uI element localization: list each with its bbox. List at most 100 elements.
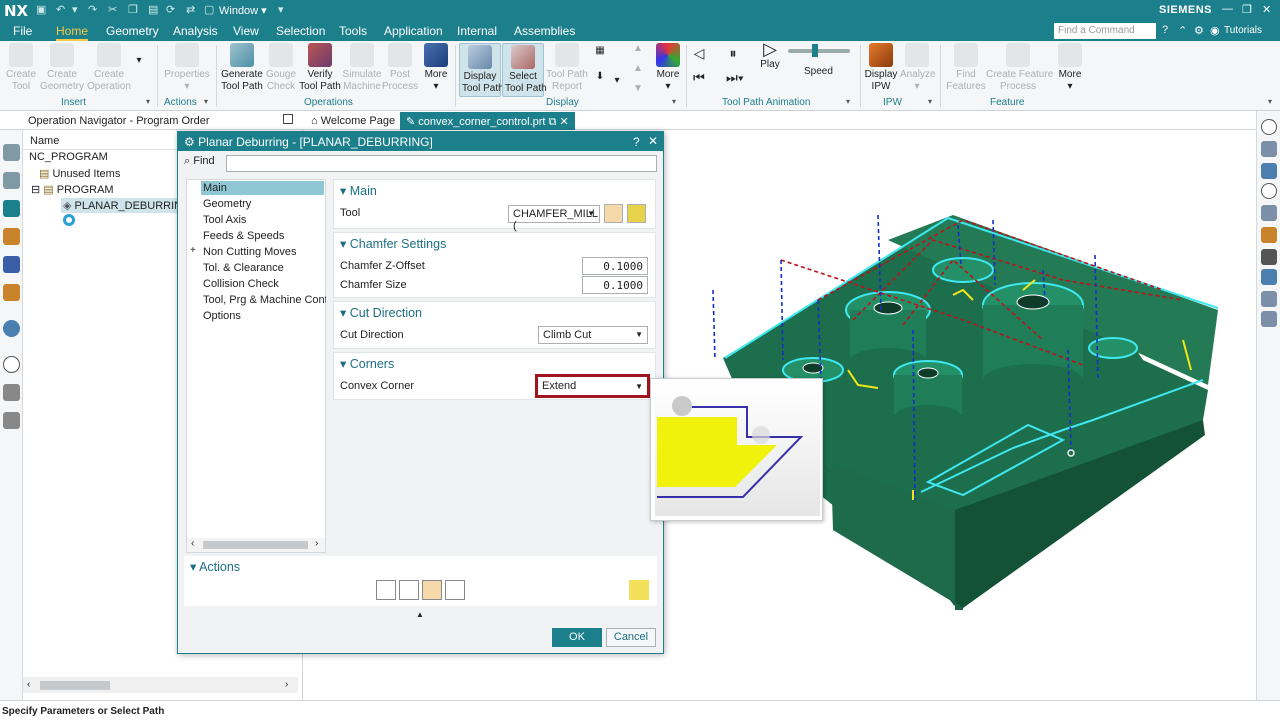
scroll-mid-icon[interactable]: ▲ [630,63,646,75]
navigator-horizontal-scrollbar[interactable]: ‹ › [23,677,298,693]
part-navigator-icon[interactable] [3,172,20,189]
help-icon[interactable]: ? [633,135,640,149]
machine-tool-navigator-icon[interactable] [3,228,20,245]
undo-dropdown-icon[interactable]: ▾ [72,3,78,16]
tab-close-icon[interactable]: ✕ [559,116,568,128]
cut-icon[interactable]: ✂ [108,3,117,16]
roles-icon[interactable] [3,412,20,429]
menu-assemblies[interactable]: Assemblies [514,24,575,38]
help-icon[interactable]: ? [1162,24,1168,36]
verify-tool-path-button[interactable]: Verify Tool Path [298,43,342,93]
cut-direction-select[interactable]: Climb Cut ▼ [538,326,648,344]
menu-home[interactable]: Home [56,24,89,41]
restore-icon[interactable]: ❐ [1242,3,1252,16]
tree-node-planar-deburring[interactable]: ◈ PLANAR_DEBURRING [61,198,193,213]
create-geometry-button[interactable]: Create Geometry [40,43,84,93]
toolbar-icon[interactable] [1261,311,1277,327]
properties-button[interactable]: Properties ▾ [163,43,211,93]
select-tool-path-button[interactable]: Select Tool Path [502,43,547,97]
create-operation-button[interactable]: Create Operation [86,43,132,93]
display-tool-button[interactable] [627,204,646,223]
scroll-up-icon[interactable]: ▲ [630,43,646,55]
toolbar-icon[interactable] [1261,141,1277,157]
menu-geometry[interactable]: Geometry [106,24,159,38]
section-main-header[interactable]: ▾ Main [340,183,377,198]
toolbar-icon[interactable] [1261,163,1277,179]
tree-item-non-cutting-moves[interactable]: Non Cutting Moves [203,245,326,259]
dialog-title-bar[interactable]: ⚙ Planar Deburring - [PLANAR_DEBURRING] … [178,132,663,151]
web-browser-icon[interactable] [3,320,20,337]
view-visibility-icon[interactable] [1261,119,1277,135]
tool-display-dropdown-icon[interactable]: ▾ [612,75,622,87]
find-input[interactable] [226,155,657,172]
close-icon[interactable]: ✕ [648,134,658,148]
toolbar-icon[interactable] [1261,227,1277,243]
generate-tool-path-button[interactable]: Generate Tool Path [220,43,264,93]
step-back-button[interactable]: ◁ [690,46,708,60]
list-action-button[interactable] [445,580,465,600]
minimize-icon[interactable]: — [1222,3,1233,15]
tree-item-main[interactable]: Main [201,181,324,195]
display-dropdown-icon[interactable]: ▾ [672,97,676,106]
speed-slider[interactable] [788,49,850,53]
feature-navigator-icon[interactable] [3,256,20,273]
more-actions-button[interactable] [629,580,649,600]
quick-access-dropdown-icon[interactable]: ▾ [278,3,284,16]
save-icon[interactable]: ▣ [36,3,46,16]
menu-tools[interactable]: Tools [339,24,367,38]
speed-slider-handle[interactable] [812,44,818,57]
collapse-ribbon-icon[interactable]: ⌃ [1178,24,1187,37]
tab-part-file[interactable]: ✎ convex_corner_control.prt ⧉ ✕ [400,112,575,130]
menu-file[interactable]: File [13,24,32,38]
ipw-dropdown-icon[interactable]: ▾ [928,97,932,106]
simulate-machine-button[interactable]: Simulate Machine [342,43,382,93]
scroll-left-icon[interactable]: ‹ [27,679,30,690]
find-command-input[interactable]: Find a Command [1054,23,1156,39]
touch-mode-icon[interactable]: ⇄ [186,3,195,16]
copy-icon[interactable]: ❐ [128,3,138,16]
menu-view[interactable]: View [233,24,259,38]
post-process-button[interactable]: Post Process [382,43,418,93]
operations-more-button[interactable]: More ▾ [420,43,452,93]
ribbon-dropdown-icon[interactable]: ▾ [1268,97,1272,106]
menu-internal[interactable]: Internal [457,24,497,38]
analyze-button[interactable]: Analyze ▾ [900,43,936,93]
verify-action-button[interactable] [422,580,442,600]
insert-dropdown-icon[interactable]: ▾ [146,97,150,106]
paste-icon[interactable]: ▤ [148,3,158,16]
tree-item-tool-prg-machine-control[interactable]: Tool, Prg & Machine Control [203,293,326,307]
ok-button[interactable]: OK [552,628,602,647]
rewind-button[interactable]: ⏮ [690,71,708,84]
tool-select[interactable]: CHAMFER_MILL (▼ [508,205,600,232]
generate-action-button[interactable] [376,580,396,600]
display-ipw-button[interactable]: Display IPW [864,43,898,93]
scrollbar-thumb[interactable] [203,541,308,549]
operation-navigator-icon[interactable] [3,200,20,217]
section-actions-header[interactable]: ▾ Actions [190,559,240,574]
actions-dropdown-icon[interactable]: ▾ [204,97,208,106]
reuse-library-icon[interactable] [3,284,20,301]
create-tool-button[interactable]: Create Tool [2,43,40,93]
display-more-button[interactable]: More ▾ [652,43,684,93]
find-features-button[interactable]: Find Features [946,43,986,93]
assembly-navigator-icon[interactable] [3,144,20,161]
convex-corner-select[interactable]: Extend ▼ [535,374,650,398]
scrollbar-thumb[interactable] [40,681,110,690]
chamfer-size-input[interactable]: 0.1000 [582,276,648,294]
create-feature-process-button[interactable]: Create Feature Process [986,43,1053,93]
tree-item-feeds-speeds[interactable]: Feeds & Speeds [203,229,326,243]
tree-node-nc-program[interactable]: NC_PROGRAM [29,151,108,163]
play-button[interactable]: ▷ Play [758,40,782,71]
gouge-check-button[interactable]: Gouge Check [264,43,298,93]
step-forward-button[interactable]: ⏭▾ [722,71,748,84]
pause-button[interactable]: ⏸ [724,46,742,60]
scroll-down-icon[interactable]: ▼ [630,83,646,95]
close-icon[interactable]: ✕ [1262,3,1271,16]
play-icon[interactable] [1261,183,1277,199]
cancel-button[interactable]: Cancel [606,628,656,647]
history-icon[interactable] [3,356,20,373]
menu-analysis[interactable]: Analysis [173,24,218,38]
display-filter-icon[interactable]: ▦ [590,45,610,57]
toolbar-icon[interactable] [1261,291,1277,307]
section-cut-direction-header[interactable]: ▾ Cut Direction [340,305,422,320]
